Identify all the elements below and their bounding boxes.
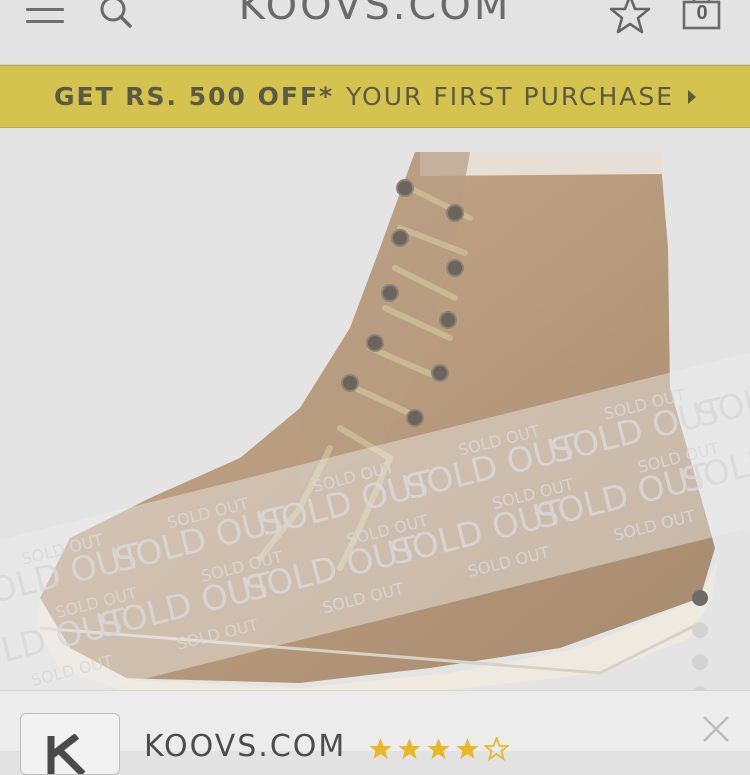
koovs-k-icon	[47, 734, 86, 774]
app-rating	[368, 737, 509, 761]
carousel-dot-2[interactable]	[692, 622, 708, 638]
cart-count: 0	[696, 2, 708, 24]
app-icon	[20, 713, 120, 775]
star-filled-icon	[369, 738, 392, 759]
app-install-banner[interactable]: KOOVS.COM	[0, 690, 750, 775]
promo-detail-text: YOUR FIRST PURCHASE	[346, 82, 675, 111]
carousel-dot-1[interactable]	[692, 590, 708, 606]
star-icon[interactable]	[608, 0, 652, 34]
close-icon[interactable]	[702, 715, 730, 743]
star-empty-icon	[484, 737, 509, 761]
promo-offer-text: GET RS. 500 OFF*	[53, 82, 335, 111]
star-filled-icon	[456, 738, 479, 759]
product-image: SOLD OUT SOLD OUT SOLD OUT SOLD OUT SOLD…	[0, 152, 750, 690]
app-name: KOOVS.COM	[144, 729, 347, 764]
promo-banner[interactable]: GET RS. 500 OFF* YOUR FIRST PURCHASE	[0, 65, 750, 128]
carousel-dot-3[interactable]	[692, 654, 708, 670]
site-header: KOOVS.COM 0	[0, 0, 750, 65]
star-filled-icon	[398, 738, 421, 759]
carousel-dots	[690, 588, 710, 702]
chevron-right-icon	[688, 89, 697, 104]
star-filled-icon	[427, 738, 450, 759]
product-image-carousel[interactable]: SOLD OUT SOLD OUT SOLD OUT SOLD OUT SOLD…	[0, 128, 750, 690]
cart-icon[interactable]: 0	[682, 0, 722, 30]
